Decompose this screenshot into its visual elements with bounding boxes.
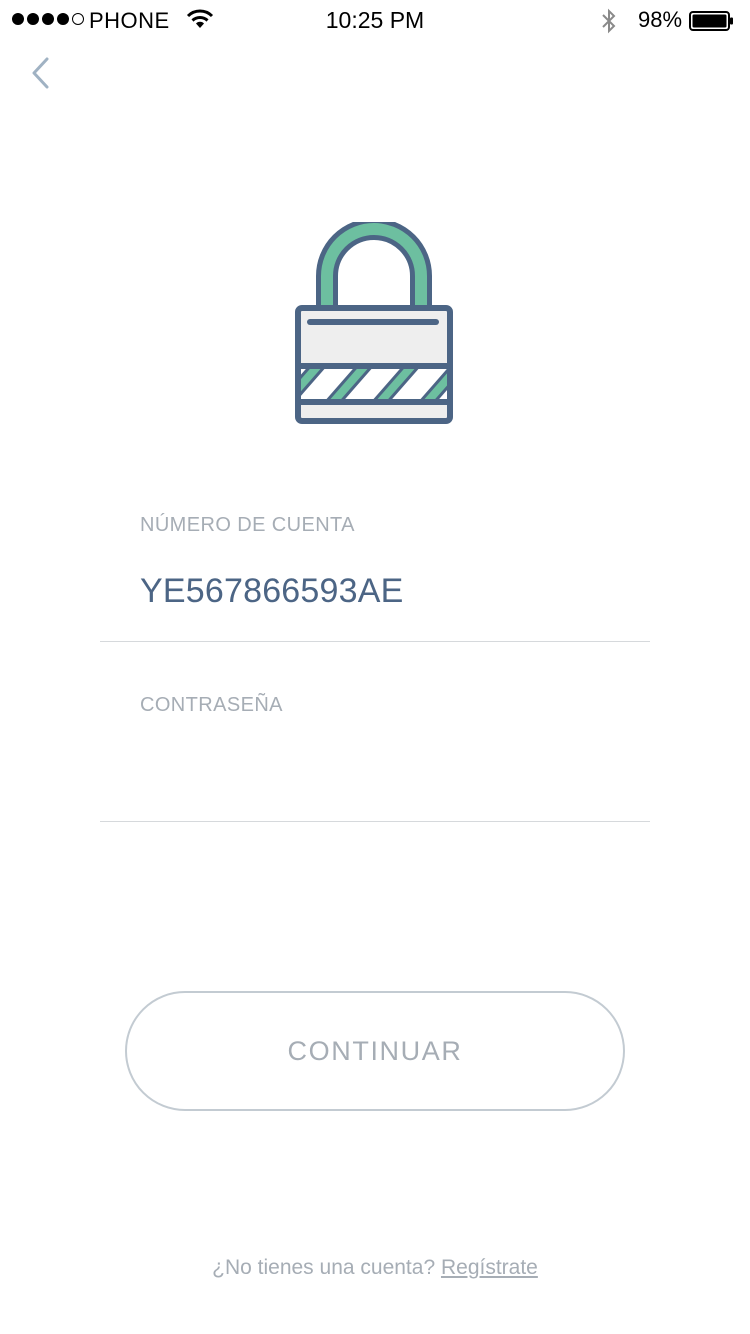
password-field[interactable]: CONTRASEÑA	[100, 680, 650, 822]
signup-prompt: ¿No tienes una cuenta? Regístrate	[0, 1256, 750, 1280]
status-bar: PHONE 10:25 PM 98%	[0, 0, 750, 40]
continue-button[interactable]: CONTINUAR	[125, 991, 625, 1111]
padlock-icon	[295, 222, 453, 424]
signup-question: ¿No tienes una cuenta?	[212, 1256, 436, 1279]
account-number-field[interactable]: NÚMERO DE CUENTA	[100, 500, 650, 642]
battery-icon	[689, 11, 733, 31]
password-input[interactable]	[140, 750, 610, 796]
login-screen: PHONE 10:25 PM 98% NÚMERO DE CUENTA YE56…	[0, 0, 750, 1334]
account-number-label: NÚMERO DE CUENTA	[140, 514, 355, 536]
signup-link[interactable]: Regístrate	[441, 1256, 538, 1279]
bluetooth-icon	[602, 8, 616, 34]
chevron-left-icon	[32, 57, 49, 89]
password-label: CONTRASEÑA	[140, 694, 283, 716]
back-button[interactable]	[24, 52, 64, 96]
battery-percent: 98%	[638, 7, 683, 32]
account-number-input[interactable]	[140, 572, 610, 611]
